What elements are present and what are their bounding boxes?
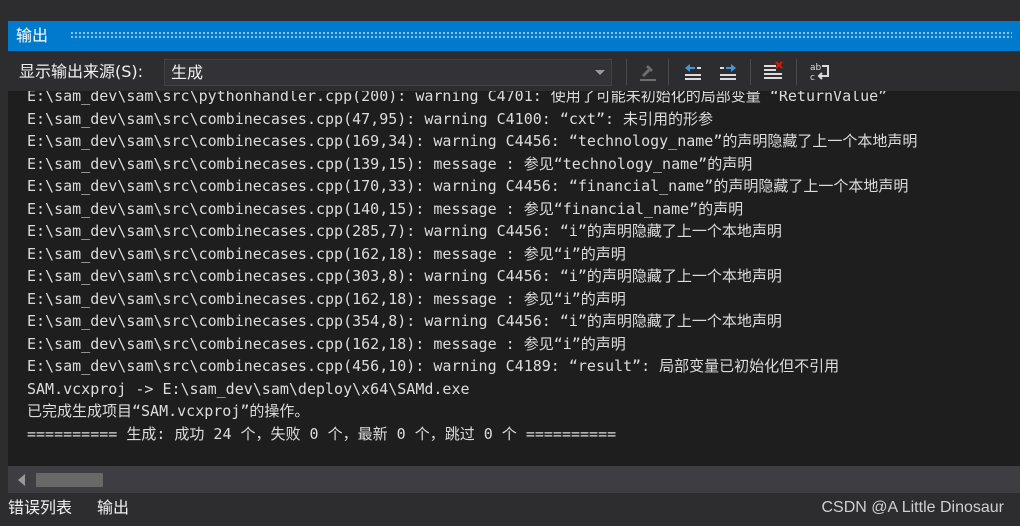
previous-message-button[interactable] [679,59,707,85]
svg-text:ab: ab [810,63,822,73]
output-line: E:\sam_dev\sam\src\combinecases.cpp(456,… [27,357,840,375]
source-label: 显示输出来源(S): [19,62,144,81]
output-pane[interactable]: E:\sam_dev\sam\src\pythonhandler.cpp(200… [8,91,1020,466]
output-line: E:\sam_dev\sam\src\pythonhandler.cpp(200… [27,91,888,105]
find-message-button[interactable] [634,59,662,85]
output-line: E:\sam_dev\sam\src\combinecases.cpp(354,… [27,312,782,330]
output-line: E:\sam_dev\sam\src\combinecases.cpp(169,… [27,132,918,150]
output-source-value: 生成 [171,63,204,82]
window-title: 输出 [16,26,49,45]
output-window: 输出 显示输出来源(S): 生成 ab c E:\sam_dev\sam\src… [0,0,1020,526]
output-toolbar: 显示输出来源(S): 生成 ab c [8,51,1020,91]
find-message-icon [640,65,656,81]
word-wrap-icon: ab c [810,63,829,83]
output-line: E:\sam_dev\sam\src\combinecases.cpp(170,… [27,177,909,195]
clear-all-button[interactable] [759,59,787,85]
clear-all-icon [764,61,783,79]
horizontal-scrollbar[interactable] [8,466,1020,493]
word-wrap-button[interactable]: ab c [806,59,834,85]
watermark: CSDN @A Little Dinosaur [821,499,1004,516]
output-line: E:\sam_dev\sam\src\combinecases.cpp(285,… [27,222,782,240]
chevron-down-icon [595,70,605,75]
output-line: E:\sam_dev\sam\src\combinecases.cpp(140,… [27,199,744,218]
tab-error-list[interactable]: 错误列表 [8,498,72,518]
scroll-left-icon[interactable] [18,474,25,486]
output-line: E:\sam_dev\sam\src\combinecases.cpp(303,… [27,267,782,285]
title-bar-grip[interactable] [70,31,1012,39]
bottom-tab-bar: 错误列表 输出 CSDN @A Little Dinosaur [0,493,1020,526]
toolbar-separator [626,59,627,85]
output-line: 已完成生成项目“SAM.vcxproj”的操作。 [27,402,310,420]
output-source-dropdown[interactable]: 生成 [164,59,612,86]
scrollbar-thumb[interactable] [36,473,103,487]
tab-output[interactable]: 输出 [97,498,129,518]
toolbar-separator [796,59,797,85]
output-line: ========== 生成: 成功 24 个，失败 0 个，最新 0 个，跳过 … [27,424,617,443]
next-message-icon [720,64,736,80]
toolbar-separator [750,59,751,85]
next-message-button[interactable] [714,59,742,85]
title-bar[interactable]: 输出 [8,21,1020,51]
output-line: E:\sam_dev\sam\src\combinecases.cpp(47,9… [27,109,714,128]
previous-message-icon [685,64,701,80]
toolbar-separator [668,59,669,85]
svg-text:c: c [810,73,815,83]
output-line: E:\sam_dev\sam\src\combinecases.cpp(162,… [27,289,626,308]
output-line: SAM.vcxproj -> E:\sam_dev\sam\deploy\x64… [27,379,470,398]
output-line: E:\sam_dev\sam\src\combinecases.cpp(139,… [27,154,753,173]
output-line: E:\sam_dev\sam\src\combinecases.cpp(162,… [27,334,626,353]
output-line: E:\sam_dev\sam\src\combinecases.cpp(162,… [27,244,626,263]
